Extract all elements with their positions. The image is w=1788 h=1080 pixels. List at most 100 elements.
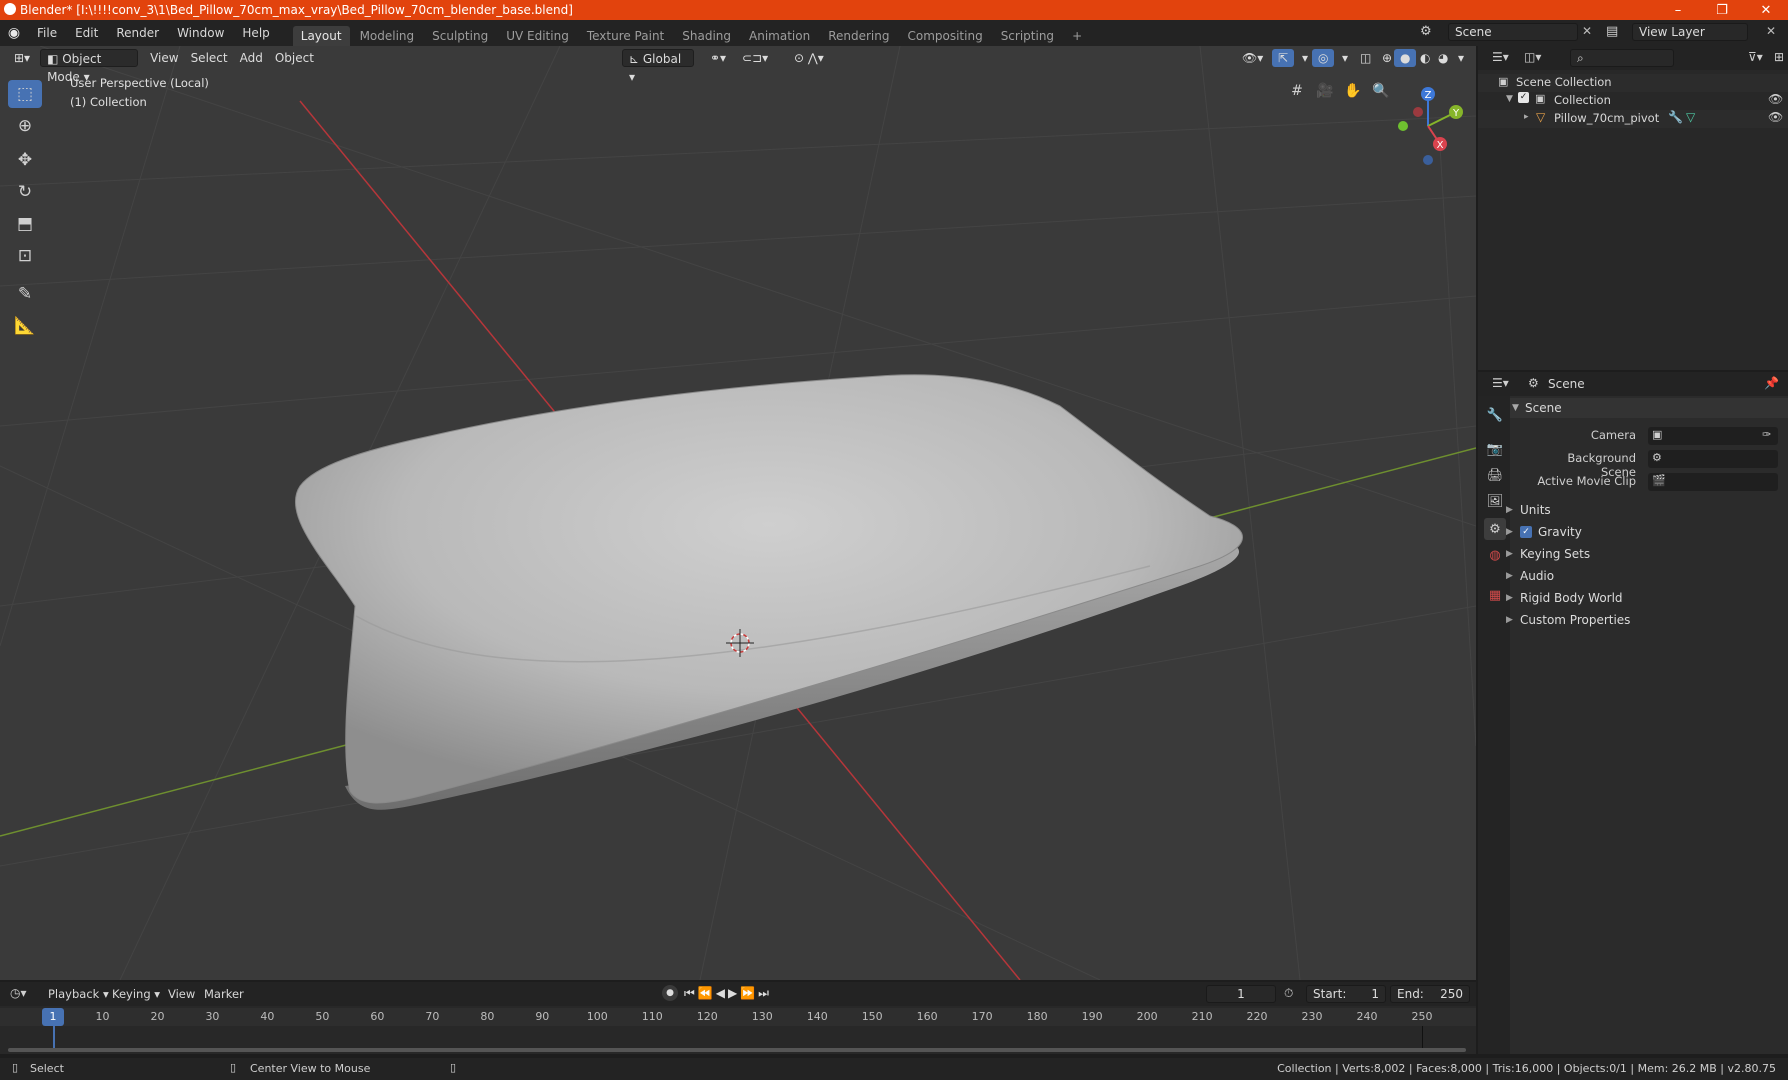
menu-render[interactable]: Render (107, 20, 168, 46)
overlays-toggle-icon[interactable]: ◎ (1312, 49, 1335, 67)
camera-field[interactable]: ▣ ✑ (1648, 427, 1778, 445)
menu-window[interactable]: Window (168, 20, 233, 46)
tab-scripting[interactable]: Scripting (993, 26, 1062, 46)
playhead-marker[interactable]: 1 (42, 1008, 64, 1026)
pillow-mesh[interactable] (294, 374, 1243, 804)
toggle-grid-icon[interactable]: # (1284, 78, 1310, 104)
outliner-collection[interactable]: Collection (1554, 93, 1611, 107)
gizmo-neg-x[interactable] (1413, 107, 1423, 117)
tool-tab-icon[interactable]: 🔧 (1484, 404, 1506, 426)
view-menu[interactable]: View (144, 49, 184, 67)
select-box-tool-icon[interactable]: ⬚ (8, 80, 42, 108)
current-frame-field[interactable]: 1 (1206, 985, 1276, 1003)
menu-edit[interactable]: Edit (66, 20, 107, 46)
measure-tool-icon[interactable]: 📐 (8, 312, 42, 340)
view-layer-selector[interactable]: View Layer (1632, 23, 1748, 41)
gizmo-neg-y[interactable] (1398, 121, 1408, 131)
menu-file[interactable]: File (28, 20, 66, 46)
outliner-scene-collection[interactable]: Scene Collection (1516, 75, 1612, 89)
tab-texture-paint[interactable]: Texture Paint (579, 26, 672, 46)
shading-dropdown-icon[interactable]: ▾ (1452, 49, 1470, 67)
tab-uv-editing[interactable]: UV Editing (498, 26, 577, 46)
move-tool-icon[interactable]: ✥ (8, 146, 42, 174)
properties-editor-icon[interactable]: ☰▾ (1492, 376, 1509, 390)
end-frame-field[interactable]: End: 250 (1390, 985, 1470, 1003)
modifier-icon[interactable]: 🔧 (1668, 110, 1683, 124)
playback-controls[interactable]: ⏮⏪◀▶⏩⏭ (684, 986, 772, 1001)
view-layer-close-icon[interactable]: ✕ (1766, 24, 1776, 38)
object-menu[interactable]: Object (269, 49, 320, 67)
view-layer-tab-icon[interactable]: 🖼 (1484, 490, 1506, 512)
pan-view-icon[interactable]: ✋ (1340, 78, 1366, 104)
overlays-dropdown-icon[interactable]: ▾ (1336, 49, 1354, 67)
active-movie-clip-field[interactable]: 🎬 (1648, 473, 1778, 491)
object-expand-icon[interactable]: ▸ (1524, 112, 1529, 122)
gravity-panel[interactable]: ▶ ✓ Gravity (1506, 522, 1582, 542)
tab-compositing[interactable]: Compositing (899, 26, 990, 46)
collection-checkbox[interactable]: ✓ (1518, 92, 1529, 103)
mesh-data-icon[interactable]: ▽ (1686, 110, 1695, 124)
close-button[interactable]: ✕ (1744, 0, 1788, 20)
collection-expand-icon[interactable]: ▼ (1506, 94, 1513, 104)
audio-panel[interactable]: ▶ Audio (1506, 566, 1554, 586)
gizmo-neg-z[interactable] (1423, 155, 1433, 165)
gravity-checkbox[interactable]: ✓ (1520, 526, 1532, 538)
mode-selector[interactable]: ◧ Object Mode ▾ (40, 49, 139, 84)
rigid-body-world-panel[interactable]: ▶ Rigid Body World (1506, 588, 1623, 608)
add-workspace-button[interactable]: + (1064, 26, 1090, 46)
scene-close-icon[interactable]: ✕ (1582, 24, 1592, 38)
scene-panel-collapse-icon[interactable]: ▼ (1512, 403, 1519, 413)
preview-range-icon[interactable]: ⏱ (1284, 986, 1293, 1001)
object-visibility-icon[interactable]: 👁 (1768, 110, 1783, 124)
rotate-tool-icon[interactable]: ↻ (8, 178, 42, 206)
tab-rendering[interactable]: Rendering (820, 26, 897, 46)
display-mode-icon[interactable]: ◫▾ (1524, 50, 1541, 64)
3d-viewport[interactable]: ⊞▾ ◧ Object Mode ▾ View Select Add Objec… (0, 46, 1476, 980)
world-tab-icon[interactable]: ◍ (1484, 544, 1506, 566)
transform-tool-icon[interactable]: ⊡ (8, 242, 42, 270)
outliner-search-input[interactable]: ⌕ (1570, 49, 1674, 67)
cursor-tool-icon[interactable]: ⊕ (8, 112, 42, 140)
collection-visibility-icon[interactable]: 👁 (1768, 92, 1783, 106)
eyedropper-icon[interactable]: ✑ (1762, 428, 1771, 441)
add-menu[interactable]: Add (234, 49, 269, 67)
custom-properties-panel[interactable]: ▶ Custom Properties (1506, 610, 1630, 630)
restore-button[interactable]: ❐ (1700, 0, 1744, 20)
scene-icon[interactable]: ⚙ (1420, 24, 1432, 39)
render-tab-icon[interactable]: 📷 (1484, 438, 1506, 460)
transform-orientation-dropdown[interactable]: ⊾ Global ▾ (622, 49, 694, 84)
proportional-edit-icon[interactable]: ⊙ ⋀▾ (788, 49, 830, 67)
timeline-view-menu[interactable]: View (168, 987, 195, 1001)
navigation-gizmo[interactable]: Z Y X (1386, 76, 1476, 166)
view-layer-icon[interactable]: ▤ (1606, 24, 1618, 39)
snap-icon[interactable]: ⊂⊐▾ (736, 49, 774, 67)
timeline-editor-icon[interactable]: ◷▾ (10, 986, 27, 1000)
tab-animation[interactable]: Animation (741, 26, 818, 46)
pivot-point-icon[interactable]: ⚭▾ (704, 49, 732, 67)
xray-icon[interactable]: ◫ (1354, 49, 1377, 67)
outliner-object[interactable]: Pillow_70cm_pivot (1554, 111, 1659, 125)
tab-sculpting[interactable]: Sculpting (424, 26, 496, 46)
editor-type-icon[interactable]: ⊞▾ (8, 49, 36, 67)
blender-menu-icon[interactable]: ◉ (0, 25, 28, 41)
filter-icon[interactable]: ⊽▾ (1748, 50, 1763, 64)
playback-menu[interactable]: Playback ▾ (48, 987, 109, 1001)
marker-menu[interactable]: Marker (204, 987, 244, 1001)
keying-sets-panel[interactable]: ▶ Keying Sets (1506, 544, 1590, 564)
pin-icon[interactable]: 📌 (1764, 376, 1779, 390)
scale-tool-icon[interactable]: ⬒ (8, 210, 42, 238)
outliner-editor-icon[interactable]: ☰▾ (1492, 50, 1509, 64)
visibility-icon[interactable]: 👁▾ (1236, 49, 1269, 67)
tab-shading[interactable]: Shading (674, 26, 739, 46)
annotate-tool-icon[interactable]: ✎ (8, 280, 42, 308)
new-collection-icon[interactable]: ⊞ (1774, 50, 1784, 64)
record-button[interactable]: ● (662, 985, 678, 1001)
camera-view-icon[interactable]: 🎥 (1312, 78, 1338, 104)
texture-tab-icon[interactable]: ▦ (1484, 584, 1506, 606)
units-panel[interactable]: ▶ Units (1506, 500, 1551, 520)
keying-menu[interactable]: Keying ▾ (112, 987, 160, 1001)
scene-selector[interactable]: Scene (1448, 23, 1578, 41)
tab-layout[interactable]: Layout (292, 26, 350, 46)
background-scene-field[interactable]: ⚙ (1648, 450, 1778, 468)
minimize-button[interactable]: – (1656, 0, 1700, 20)
